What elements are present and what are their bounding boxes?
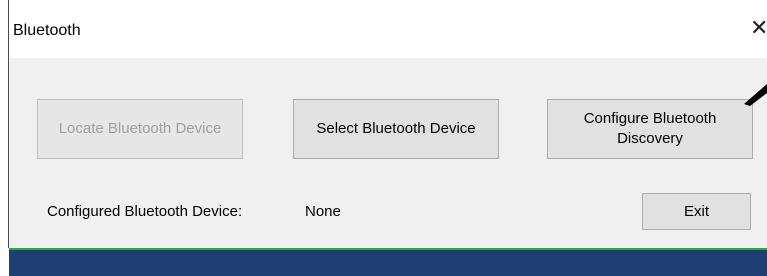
select-bluetooth-device-button[interactable]: Select Bluetooth Device [293,99,499,159]
configure-button-label: Configure Bluetooth Discovery [583,110,717,147]
close-icon[interactable]: ✕ [750,16,767,40]
arrow-icon [744,84,767,106]
configured-device-label: Configured Bluetooth Device: [47,203,243,220]
locate-bluetooth-device-button[interactable]: Locate Bluetooth Device [37,99,243,159]
configured-device-value: None [305,203,341,220]
dialog-body: Locate Bluetooth Device Select Bluetooth… [9,58,767,248]
locate-button-label: Locate Bluetooth Device [58,120,222,137]
exit-button-label: Exit [683,202,709,220]
outer-margin [0,248,9,276]
title-bar: Bluetooth ✕ [9,0,767,58]
taskbar-strip [9,250,767,276]
configure-bluetooth-discovery-button[interactable]: Configure Bluetooth Discovery [547,99,753,159]
window-title: Bluetooth [13,22,81,39]
bluetooth-dialog-screen: Bluetooth ✕ Locate Bluetooth Device Sele… [0,0,767,276]
select-button-label: Select Bluetooth Device [316,120,476,137]
exit-button[interactable]: Exit [642,193,751,230]
